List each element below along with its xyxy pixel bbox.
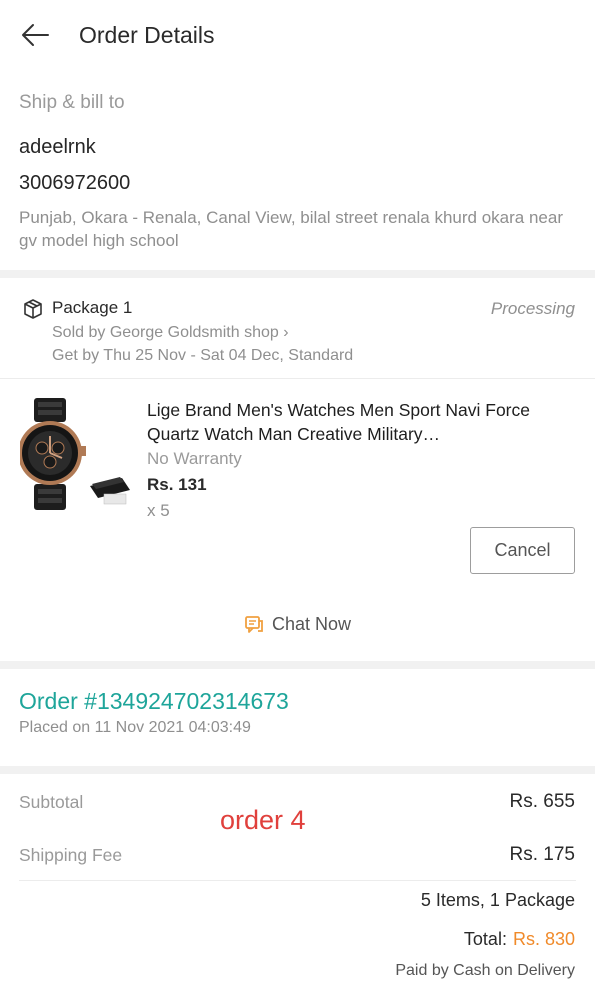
subtotal-value: Rs. 655 xyxy=(509,791,575,812)
shipping-section: Ship & bill to adeelrnk 3006972600 Punja… xyxy=(0,72,595,270)
chat-bubble-icon xyxy=(245,615,263,633)
chat-now-button[interactable]: Chat Now xyxy=(0,614,595,644)
product-warranty: No Warranty xyxy=(147,449,242,468)
product-price: Rs. 131 xyxy=(147,475,207,494)
items-summary: 5 Items, 1 Package xyxy=(420,890,575,910)
package-box-icon xyxy=(22,298,44,320)
back-button[interactable] xyxy=(18,18,54,54)
product-image[interactable] xyxy=(18,398,132,512)
order-total: Total: Rs. 830 xyxy=(464,929,575,950)
divider xyxy=(19,880,576,881)
app-header: Order Details xyxy=(0,0,595,72)
section-divider xyxy=(0,270,595,278)
package-header: Package 1 Processing Sold by George Gold… xyxy=(0,278,595,378)
shipping-label: Ship & bill to xyxy=(19,92,125,113)
package-title: Package 1 xyxy=(52,298,133,317)
product-name[interactable]: Lige Brand Men's Watches Men Sport Navi … xyxy=(147,398,567,446)
arrow-left-icon xyxy=(22,24,49,46)
order-placed-date: Placed on 11 Nov 2021 04:03:49 xyxy=(19,719,251,736)
total-label: Total: xyxy=(463,929,507,949)
seller-link[interactable]: Sold by George Goldsmith shop › xyxy=(52,324,289,342)
recipient-phone: 3006972600 xyxy=(19,172,131,194)
shipping-address: Punjab, Okara - Renala, Canal View, bila… xyxy=(19,208,563,250)
recipient-name: adeelrnk xyxy=(19,136,96,158)
payment-method: Paid by Cash on Delivery xyxy=(395,962,575,979)
package-status: Processing xyxy=(490,299,575,318)
subtotal-label: Subtotal xyxy=(19,792,84,812)
handwritten-annotation: order 4 xyxy=(220,805,306,835)
section-divider xyxy=(0,661,595,669)
total-value: Rs. 830 xyxy=(512,929,575,949)
divider xyxy=(0,378,595,379)
chevron-right-icon: › xyxy=(283,324,289,341)
order-number: Order #134924702314673 xyxy=(19,688,289,714)
delivery-estimate: Get by Thu 25 Nov - Sat 04 Dec, Standard xyxy=(52,347,354,364)
shipping-fee-label: Shipping Fee xyxy=(19,845,123,865)
shipping-fee-value: Rs. 175 xyxy=(509,844,575,865)
seller-name: Sold by George Goldsmith shop xyxy=(52,324,279,341)
product-quantity: x 5 xyxy=(147,501,170,520)
chat-now-label: Chat Now xyxy=(271,614,352,634)
cancel-button[interactable]: Cancel xyxy=(470,527,575,574)
page-title: Order Details xyxy=(79,22,215,48)
section-divider xyxy=(0,766,595,774)
